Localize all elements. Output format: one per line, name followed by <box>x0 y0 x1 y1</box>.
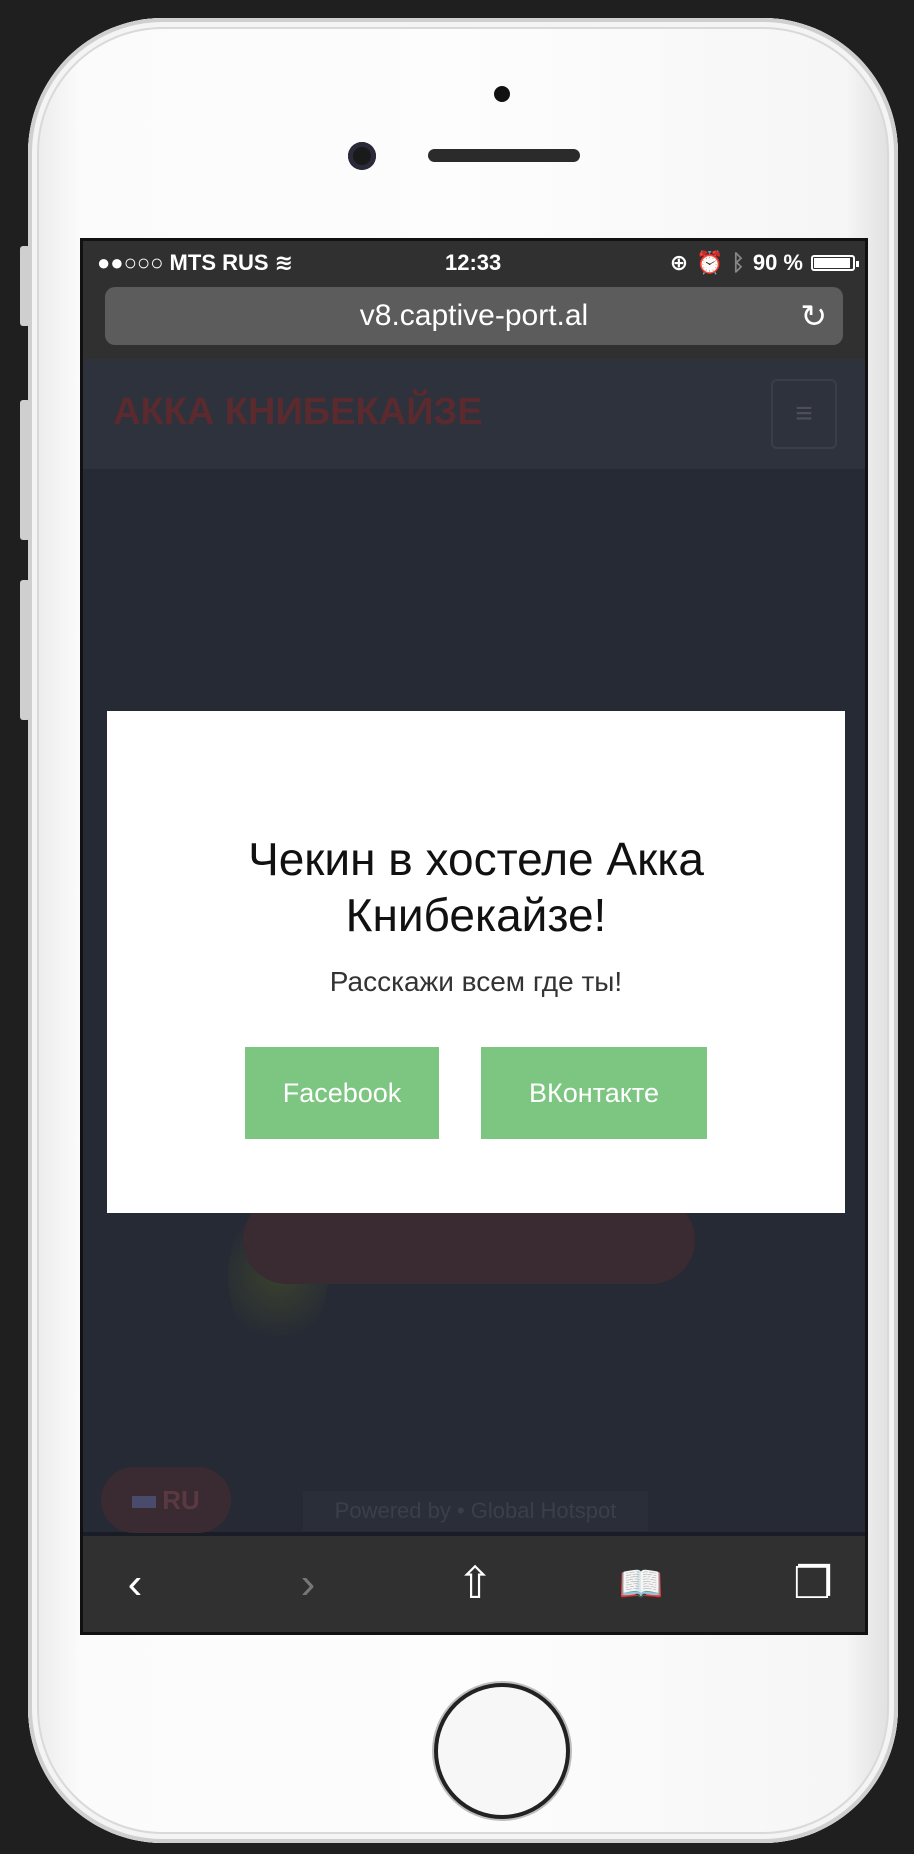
vkontakte-button[interactable]: ВКонтакте <box>481 1047 707 1139</box>
status-right-group: ⊕ ⏰ ᛒ 90 % <box>669 250 859 276</box>
site-title[interactable]: АККА КНИБЕКАЙЗЕ <box>113 391 483 434</box>
proximity-sensor <box>494 86 510 102</box>
carrier-label: ●●○○○ MTS RUS ≋ <box>97 250 294 275</box>
wifi-icon: ≋ <box>274 250 294 275</box>
back-icon[interactable]: ‹ <box>105 1554 165 1614</box>
flag-icon <box>132 1496 157 1509</box>
reload-icon[interactable]: ↻ <box>800 287 827 345</box>
status-time: 12:33 <box>445 250 502 275</box>
phone-screen: ●●○○○ MTS RUS ≋ 12:33 ⊕ ⏰ ᛒ 90 % v8.capt… <box>80 238 868 1635</box>
language-label: RU <box>162 1485 200 1515</box>
address-bar[interactable]: v8.captive-port.al ↻ <box>105 287 843 345</box>
browser-address-area: v8.captive-port.al ↻ <box>83 281 865 359</box>
lock-rotation-icon: ⊕ <box>669 250 689 275</box>
bookmarks-icon[interactable]: 📖 <box>611 1554 671 1614</box>
home-button[interactable] <box>434 1683 570 1819</box>
facebook-button[interactable]: Facebook <box>245 1047 439 1139</box>
checkin-modal: Чекин в хостеле Акка Книбекайзе! Расскаж… <box>107 711 845 1213</box>
front-camera <box>348 142 376 170</box>
share-icon[interactable]: ⇧ <box>445 1554 505 1614</box>
powered-by-label: Powered by • Global Hotspot <box>303 1491 648 1531</box>
tabs-icon[interactable]: ❐ <box>783 1554 843 1614</box>
alarm-icon: ⏰ <box>696 250 724 275</box>
url-text: v8.captive-port.al <box>359 299 589 332</box>
browser-toolbar: ‹ › ⇧ 📖 ❐ <box>83 1536 865 1632</box>
status-bar: ●●○○○ MTS RUS ≋ 12:33 ⊕ ⏰ ᛒ 90 % <box>83 241 865 281</box>
language-switcher[interactable]: RU <box>101 1467 231 1533</box>
battery-percent: 90 % <box>752 250 803 275</box>
site-header: АККА КНИБЕКАЙЗЕ ≡ <box>83 359 865 469</box>
menu-icon[interactable]: ≡ <box>771 379 837 449</box>
battery-icon <box>811 255 859 271</box>
forward-icon[interactable]: › <box>278 1554 338 1614</box>
bluetooth-icon: ᛒ <box>731 250 745 275</box>
modal-subtitle: Расскажи всем где ты! <box>329 966 623 997</box>
earpiece-speaker <box>428 149 580 162</box>
modal-title: Чекин в хостеле Акка Книбекайзе! <box>248 833 704 941</box>
